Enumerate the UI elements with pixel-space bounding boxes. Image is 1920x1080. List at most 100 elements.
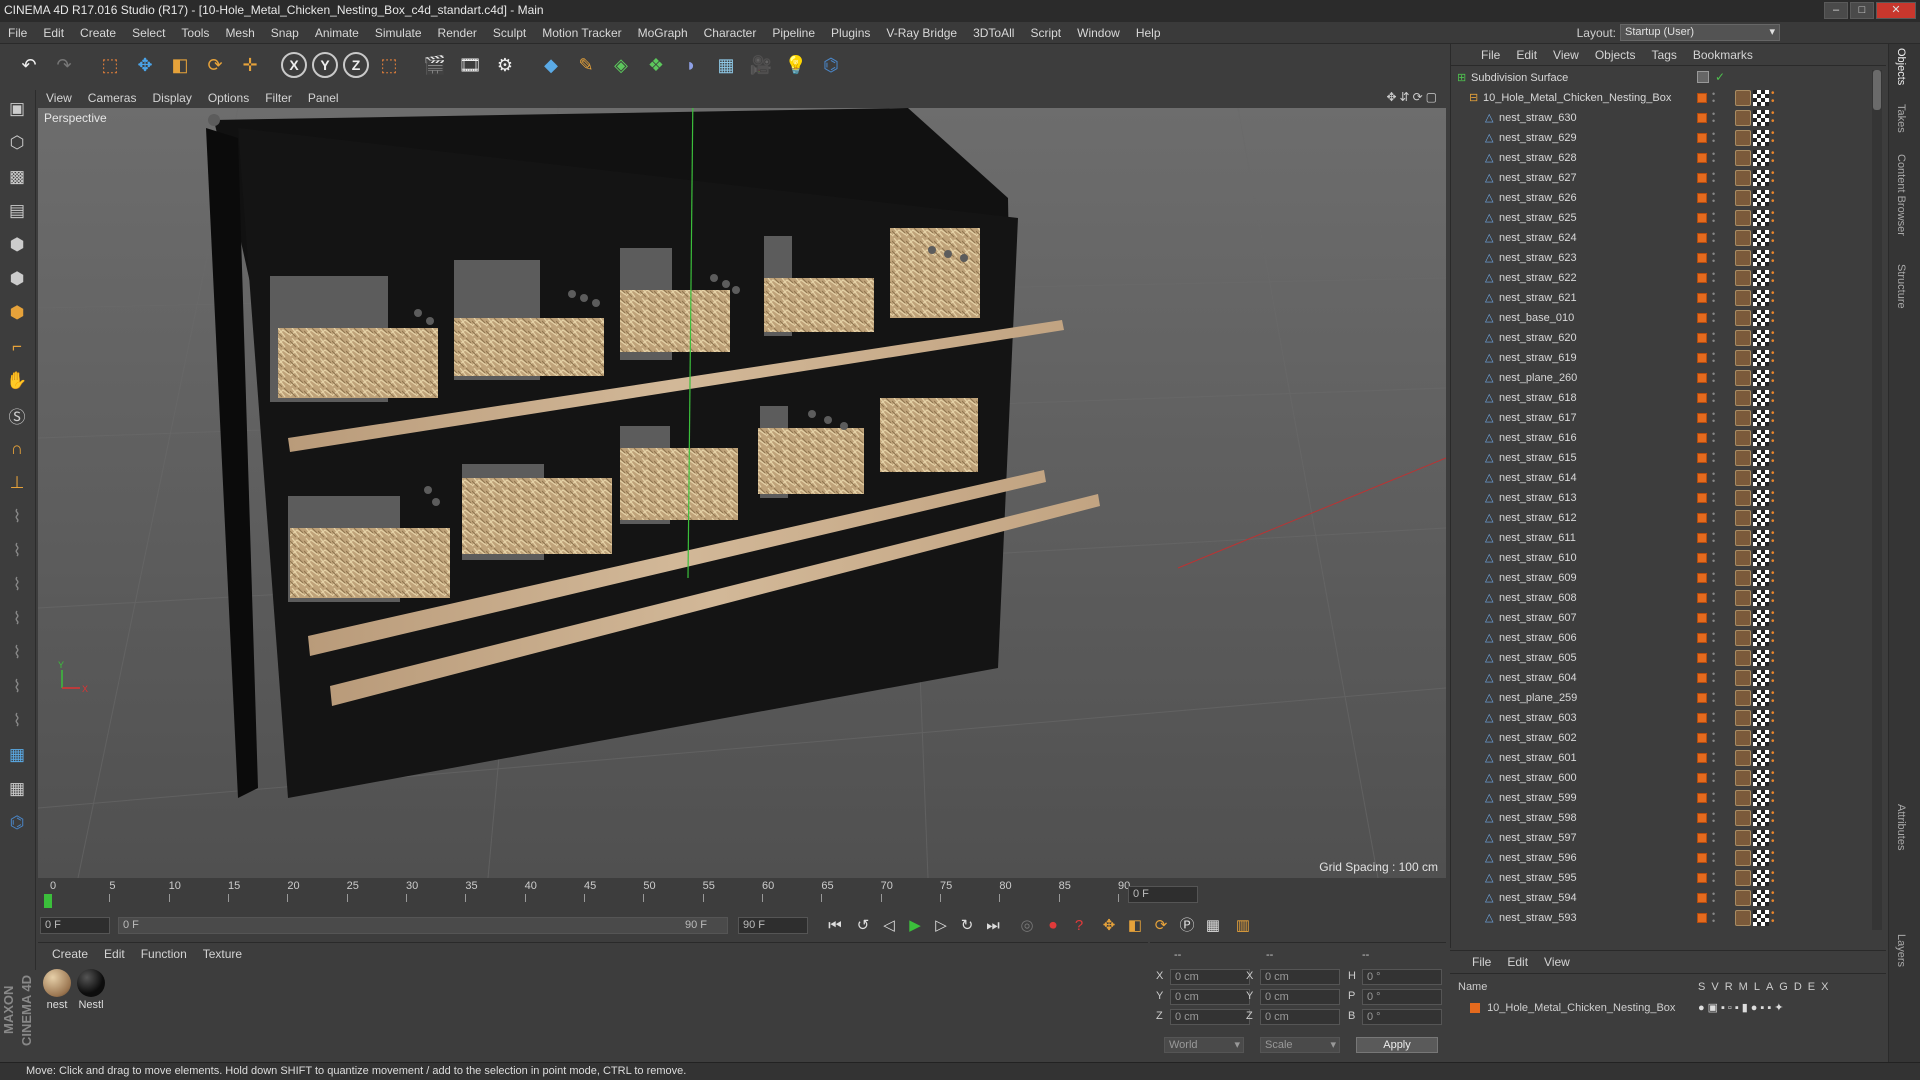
visibility-dots-icon[interactable]: • • <box>1712 150 1716 166</box>
y-axis-lock[interactable]: Y <box>312 52 338 78</box>
texture-tag-icon[interactable] <box>1735 790 1751 806</box>
texture-tag-icon[interactable] <box>1735 390 1751 406</box>
object-list[interactable]: ⊞ Subdivision Surface ✓ ⊟ 10_Hole_Metal_Chic… <box>1451 68 1887 928</box>
move-icon[interactable]: ✥ <box>130 50 160 80</box>
camera-icon[interactable]: 🎥 <box>746 50 776 80</box>
material-menu-create[interactable]: Create <box>44 943 96 965</box>
texture-tag-icon[interactable] <box>1735 430 1751 446</box>
goto-end-icon[interactable]: ⏭ <box>982 915 1004 937</box>
visibility-dots-icon[interactable]: • • <box>1712 330 1716 346</box>
checker-tag-icon[interactable] <box>1753 770 1769 786</box>
coord-value-field[interactable]: 0 cm <box>1260 1009 1340 1025</box>
material-tag-icon[interactable]: • • <box>1771 829 1781 847</box>
material-tag-icon[interactable]: • • <box>1771 729 1781 747</box>
material-tag-icon[interactable]: • • <box>1771 909 1781 927</box>
menu-tools[interactable]: Tools <box>173 22 217 44</box>
checker-tag-icon[interactable] <box>1753 230 1769 246</box>
layer-color-swatch[interactable] <box>1697 333 1707 343</box>
object-row[interactable]: △ nest_straw_622 • • • • <box>1451 268 1881 288</box>
object-row[interactable]: △ nest_straw_618 • • • • <box>1451 388 1881 408</box>
coord-value-field[interactable]: 0 ° <box>1362 1009 1442 1025</box>
checker-tag-icon[interactable] <box>1753 570 1769 586</box>
checker-tag-icon[interactable] <box>1753 310 1769 326</box>
object-row[interactable]: △ nest_straw_609 • • • • <box>1451 568 1881 588</box>
layer-flags-icons[interactable]: ●▣▪▫▪▮●▪▪✦ <box>1698 999 1786 1017</box>
object-row[interactable]: △ nest_straw_623 • • • • <box>1451 248 1881 268</box>
material-tag-icon[interactable]: • • <box>1771 709 1781 727</box>
material-tag-icon[interactable]: • • <box>1771 809 1781 827</box>
object-menu-edit[interactable]: Edit <box>1508 48 1545 62</box>
texture-tag-icon[interactable] <box>1735 750 1751 766</box>
visibility-dots-icon[interactable]: • • <box>1712 490 1716 506</box>
visibility-dots-icon[interactable]: • • <box>1712 210 1716 226</box>
render-picture-viewer-icon[interactable]: 🎞 <box>455 50 485 80</box>
side-tab-content-browser[interactable]: Content Browser <box>1895 154 1907 236</box>
visibility-dots-icon[interactable]: • • <box>1712 470 1716 486</box>
object-menu-bookmarks[interactable]: Bookmarks <box>1685 48 1761 62</box>
visibility-dots-icon[interactable]: • • <box>1712 110 1716 126</box>
texture-tag-icon[interactable] <box>1735 190 1751 206</box>
current-frame-field[interactable]: 0 F <box>1128 886 1198 903</box>
layer-color-swatch[interactable] <box>1697 873 1707 883</box>
layer-color-swatch[interactable] <box>1697 693 1707 703</box>
material-nest[interactable]: nest <box>42 969 72 1011</box>
object-row[interactable]: △ nest_straw_596 • • • • <box>1451 848 1881 868</box>
checker-tag-icon[interactable] <box>1753 870 1769 886</box>
layer-color-swatch[interactable] <box>1697 813 1707 823</box>
layout-dropdown[interactable]: Startup (User) ▾ <box>1620 24 1780 41</box>
sculpt-smooth-icon[interactable]: ⌇ <box>2 570 32 600</box>
material-tag-icon[interactable]: • • <box>1771 889 1781 907</box>
pen-spline-icon[interactable]: ✎ <box>571 50 601 80</box>
points-mode-icon[interactable]: ⬢ <box>2 230 32 260</box>
material-tag-icon[interactable]: • • <box>1771 549 1781 567</box>
checker-tag-icon[interactable] <box>1753 630 1769 646</box>
layer-color-swatch[interactable] <box>1697 273 1707 283</box>
object-row[interactable]: △ nest_straw_593 • • • • <box>1451 908 1881 928</box>
viewport-nav-icons[interactable]: ✥⇵⟳▢ <box>1386 90 1440 104</box>
viewport-perspective[interactable]: Y X Perspective Grid Spacing : 100 cm <box>38 108 1446 878</box>
material-menu-texture[interactable]: Texture <box>195 943 250 965</box>
python-icon[interactable]: ⌬ <box>816 50 846 80</box>
python-icon[interactable]: ⌬ <box>2 808 32 838</box>
rotate-icon[interactable]: ⟳ <box>200 50 230 80</box>
material-menu-edit[interactable]: Edit <box>96 943 133 965</box>
checker-tag-icon[interactable] <box>1753 150 1769 166</box>
visibility-dots-icon[interactable]: • • <box>1712 90 1716 106</box>
menu-window[interactable]: Window <box>1069 22 1128 44</box>
material-tag-icon[interactable]: • • <box>1771 609 1781 627</box>
object-row[interactable]: △ nest_straw_608 • • • • <box>1451 588 1881 608</box>
material-tag-icon[interactable]: • • <box>1771 229 1781 247</box>
object-row[interactable]: △ nest_straw_611 • • • • <box>1451 528 1881 548</box>
texture-tag-icon[interactable] <box>1735 670 1751 686</box>
layer-menu-file[interactable]: File <box>1464 951 1499 973</box>
material-tag-icon[interactable]: • • <box>1771 789 1781 807</box>
layer-color-swatch[interactable] <box>1697 793 1707 803</box>
checker-tag-icon[interactable] <box>1753 190 1769 206</box>
start-frame-field[interactable]: 0 F <box>40 917 110 934</box>
visibility-dots-icon[interactable]: • • <box>1712 750 1716 766</box>
close-button[interactable]: ✕ <box>1876 2 1916 19</box>
layer-color-swatch[interactable] <box>1697 233 1707 243</box>
redo-icon[interactable]: ↷ <box>49 50 79 80</box>
checker-tag-icon[interactable] <box>1753 430 1769 446</box>
layer-color-swatch[interactable] <box>1697 153 1707 163</box>
side-tab-objects[interactable]: Objects <box>1895 48 1907 85</box>
object-row[interactable]: △ nest_plane_260 • • • • <box>1451 368 1881 388</box>
make-editable-icon[interactable]: ▣ <box>2 94 32 124</box>
layer-col-m[interactable]: M <box>1739 981 1750 993</box>
sculpt-flatten-icon[interactable]: ⌇ <box>2 638 32 668</box>
viewport-menu-display[interactable]: Display <box>144 91 199 105</box>
visibility-dots-icon[interactable]: • • <box>1712 190 1716 206</box>
object-row[interactable]: △ nest_straw_627 • • • • <box>1451 168 1881 188</box>
coord-value-field[interactable]: 0 cm <box>1170 969 1250 985</box>
checker-tag-icon[interactable] <box>1753 690 1769 706</box>
texture-tag-icon[interactable] <box>1735 130 1751 146</box>
goto-start-icon[interactable]: ⏮ <box>824 915 846 937</box>
visibility-dots-icon[interactable]: • • <box>1712 650 1716 666</box>
visibility-dots-icon[interactable]: • • <box>1712 230 1716 246</box>
coord-value-field[interactable]: 0 ° <box>1362 969 1442 985</box>
cloner-icon[interactable]: ❖ <box>641 50 671 80</box>
object-row[interactable]: △ nest_straw_628 • • • • <box>1451 148 1881 168</box>
visibility-dots-icon[interactable]: • • <box>1712 790 1716 806</box>
visibility-dots-icon[interactable]: • • <box>1712 570 1716 586</box>
